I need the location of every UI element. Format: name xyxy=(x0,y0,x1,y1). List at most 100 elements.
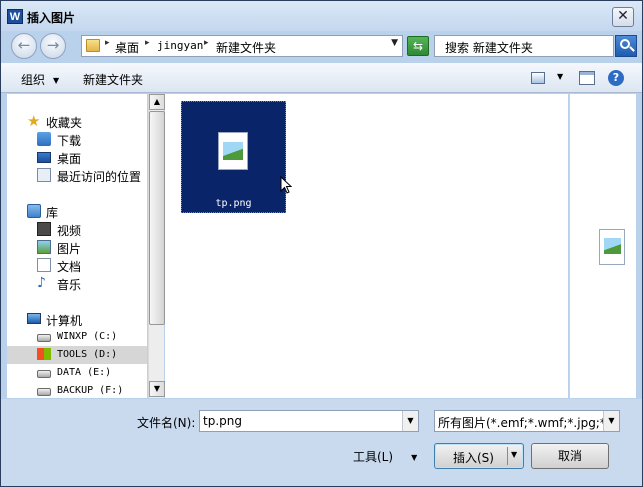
split-divider xyxy=(507,447,508,465)
folder-icon xyxy=(86,39,100,52)
breadcrumb-desktop[interactable]: 桌面 xyxy=(115,39,139,56)
chevron-right-icon: ▸ xyxy=(105,38,110,48)
nav-item-documents[interactable]: 文档 xyxy=(7,256,147,274)
nav-label: 收藏夹 xyxy=(46,116,83,130)
search-button[interactable] xyxy=(615,35,637,57)
nav-label: 文档 xyxy=(57,260,82,274)
file-name: tp.png xyxy=(215,198,252,209)
forward-button[interactable]: → xyxy=(40,33,66,59)
windows-drive-icon xyxy=(37,348,51,360)
filename-combobox[interactable]: tp.png ▼ xyxy=(199,410,419,432)
image-file-icon xyxy=(599,229,625,265)
nav-label: WINXP (C:) xyxy=(57,331,118,342)
address-row: ← → ▸ 桌面 ▸ jingyan ▸ 新建文件夹 ▼ ⇆ 搜索 新建文件夹 xyxy=(1,31,642,61)
breadcrumb-new-folder[interactable]: 新建文件夹 xyxy=(216,39,276,56)
nav-label: 库 xyxy=(46,206,59,220)
chevron-down-icon[interactable]: ▼ xyxy=(557,72,563,81)
refresh-button[interactable]: ⇆ xyxy=(407,36,429,56)
breadcrumb-jingyan[interactable]: jingyan xyxy=(157,39,203,52)
nav-label: TOOLS (D:) xyxy=(57,349,118,360)
nav-item-music[interactable]: ♪ 音乐 xyxy=(7,274,147,292)
nav-item-videos[interactable]: 视频 xyxy=(7,220,147,238)
nav-label: 最近访问的位置 xyxy=(57,170,142,184)
document-icon xyxy=(37,258,51,272)
insert-button[interactable]: 插入(S) ▼ xyxy=(434,443,524,469)
file-item-selected[interactable]: tp.png xyxy=(181,101,292,213)
organize-label: 组织 xyxy=(21,73,46,87)
tools-menu-button[interactable]: 工具(L) ▼ xyxy=(353,448,417,465)
filetype-select[interactable]: 所有图片(*.emf;*.wmf;*.jpg;*.jp ▼ xyxy=(434,410,620,432)
address-dropdown-icon[interactable]: ▼ xyxy=(391,38,398,48)
chevron-down-icon: ▼ xyxy=(411,453,418,462)
close-icon: ✕ xyxy=(617,8,629,24)
nav-item-drive-d[interactable]: TOOLS (D:) xyxy=(7,346,147,364)
nav-label: BACKUP (F:) xyxy=(57,385,124,396)
nav-item-drive-e[interactable]: DATA (E:) xyxy=(7,364,147,382)
chevron-right-icon[interactable]: ▸ xyxy=(145,38,150,48)
nav-item-recent-places[interactable]: 最近访问的位置 xyxy=(7,166,147,184)
video-icon xyxy=(37,222,51,236)
nav-computer[interactable]: 计算机 xyxy=(7,310,147,328)
star-icon: ★ xyxy=(27,112,41,130)
insert-label: 插入(S) xyxy=(453,451,494,465)
navigation-pane: ★ 收藏夹 下载 桌面 最近访问的位置 库 视频 图片 文档 ♪ 音乐 计算机 … xyxy=(7,94,147,398)
nav-label: 图片 xyxy=(57,242,82,256)
scroll-thumb[interactable] xyxy=(149,111,165,325)
mouse-cursor-icon xyxy=(280,176,292,194)
title-bar[interactable]: W 插入图片 ✕ xyxy=(1,1,642,31)
music-note-icon: ♪ xyxy=(37,275,46,291)
nav-label: 音乐 xyxy=(57,278,82,292)
scroll-down-icon[interactable]: ▼ xyxy=(149,381,165,397)
filename-label: 文件名(N): xyxy=(137,416,196,430)
chevron-down-icon[interactable]: ▼ xyxy=(603,411,619,431)
desktop-icon xyxy=(37,152,51,163)
command-toolbar: 组织 ▼ 新建文件夹 ▼ ? xyxy=(1,63,642,93)
nav-label: 视频 xyxy=(57,224,82,238)
nav-scrollbar[interactable]: ▲ ▼ xyxy=(148,94,165,398)
view-icon[interactable] xyxy=(531,72,545,84)
nav-label: 下载 xyxy=(57,134,82,148)
window-title: 插入图片 xyxy=(27,11,76,25)
nav-label: 计算机 xyxy=(46,314,83,328)
preview-pane-icon[interactable] xyxy=(579,71,595,85)
back-button[interactable]: ← xyxy=(11,33,37,59)
nav-item-drive-c[interactable]: WINXP (C:) xyxy=(7,328,147,346)
nav-favorites[interactable]: ★ 收藏夹 xyxy=(7,112,147,131)
nav-libraries[interactable]: 库 xyxy=(7,202,147,220)
recent-places-icon xyxy=(37,168,51,182)
nav-item-drive-f[interactable]: BACKUP (F:) xyxy=(7,382,147,398)
nav-item-desktop[interactable]: 桌面 xyxy=(7,148,147,166)
drive-icon xyxy=(37,370,51,378)
downloads-icon xyxy=(37,132,51,146)
new-folder-button[interactable]: 新建文件夹 xyxy=(83,71,143,88)
chevron-down-icon[interactable]: ▼ xyxy=(402,411,418,431)
file-list-pane: tp.png xyxy=(165,94,568,398)
preview-pane xyxy=(569,94,636,398)
cancel-button[interactable]: 取消 xyxy=(531,443,609,469)
chevron-down-icon: ▼ xyxy=(53,76,60,85)
computer-icon xyxy=(27,313,41,324)
arrow-left-icon: ← xyxy=(17,36,31,54)
libraries-icon xyxy=(27,204,41,218)
refresh-icon: ⇆ xyxy=(412,39,424,53)
image-file-icon xyxy=(218,132,248,170)
organize-menu[interactable]: 组织 ▼ xyxy=(21,71,59,88)
arrow-right-icon: → xyxy=(46,36,60,54)
drive-icon xyxy=(37,388,51,396)
search-input[interactable]: 搜索 新建文件夹 xyxy=(434,35,614,57)
chevron-right-icon[interactable]: ▸ xyxy=(204,38,209,48)
close-button[interactable]: ✕ xyxy=(612,7,634,27)
dialog-footer: 文件名(N): tp.png ▼ 所有图片(*.emf;*.wmf;*.jpg;… xyxy=(1,399,642,486)
filename-input[interactable]: tp.png xyxy=(203,414,242,428)
nav-label: 桌面 xyxy=(57,152,82,166)
nav-item-downloads[interactable]: 下载 xyxy=(7,130,147,148)
help-icon[interactable]: ? xyxy=(608,70,624,86)
chevron-down-icon[interactable]: ▼ xyxy=(511,450,517,459)
scroll-up-icon[interactable]: ▲ xyxy=(149,94,165,110)
nav-label: DATA (E:) xyxy=(57,367,112,378)
picture-icon xyxy=(37,240,51,254)
drive-icon xyxy=(37,334,51,342)
address-bar[interactable]: ▸ 桌面 ▸ jingyan ▸ 新建文件夹 ▼ xyxy=(81,35,403,57)
filetype-value: 所有图片(*.emf;*.wmf;*.jpg;*.jp xyxy=(438,416,620,430)
nav-item-pictures[interactable]: 图片 xyxy=(7,238,147,256)
